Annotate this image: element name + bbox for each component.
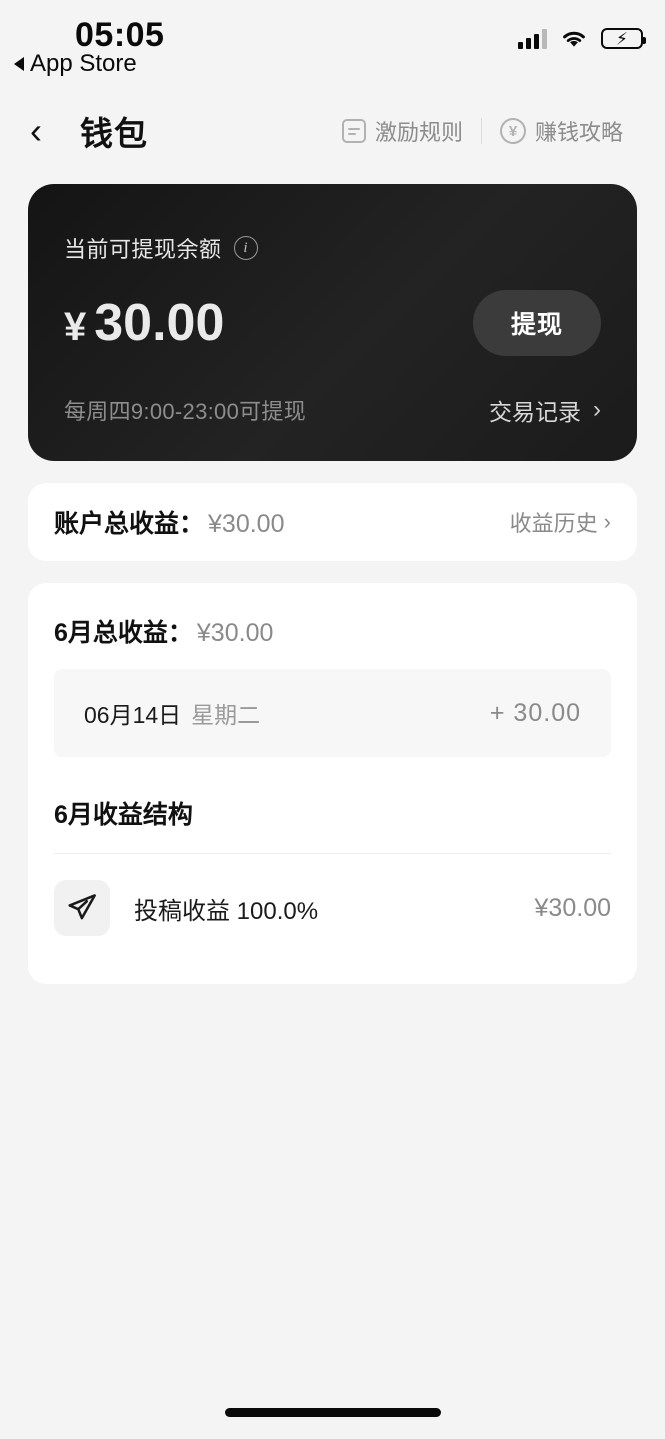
yen-circle-icon: ¥: [499, 118, 526, 144]
balance-label-row: 当前可提现余额 i: [64, 232, 601, 264]
transaction-records-label: 交易记录: [489, 399, 581, 425]
month-earnings-value: ¥30.00: [196, 619, 274, 647]
back-triangle-icon: [14, 57, 24, 71]
info-icon[interactable]: i: [233, 236, 258, 260]
cellular-signal-icon: [518, 28, 547, 49]
status-icons: ⚡: [518, 28, 646, 49]
currency-symbol: ¥: [64, 305, 87, 349]
transaction-amount: + 30.00: [489, 698, 581, 727]
wifi-icon: [563, 31, 585, 47]
withdraw-window-note: 每周四9:00-23:00可提现: [64, 399, 306, 424]
month-earnings-title-row: 6月总收益： ¥30.00: [54, 583, 611, 669]
table-row[interactable]: 06月14日 星期二 + 30.00: [54, 669, 611, 757]
earn-guide-button[interactable]: ¥ 赚钱攻略: [482, 115, 641, 147]
return-to-app-store-button[interactable]: App Store: [14, 50, 137, 78]
home-indicator[interactable]: [224, 1408, 441, 1417]
status-bar: 05:05 App Store ⚡: [0, 0, 665, 92]
total-earnings-row: 账户总收益： ¥30.00 收益历史 ›: [54, 483, 611, 561]
balance-card: 当前可提现余额 i ¥ 30.00 提现 每周四9:00-23:00可提现 交易…: [28, 184, 637, 461]
transaction-date-group: 06月14日 星期二: [84, 696, 260, 730]
total-earnings-left: 账户总收益： ¥30.00: [54, 504, 284, 540]
incentive-rules-button[interactable]: 激励规则: [324, 115, 481, 147]
nav-bar: ‹ 钱包 激励规则 ¥ 赚钱攻略: [0, 92, 665, 170]
month-earnings-label: 6月总收益：: [54, 619, 193, 647]
incentive-rules-label: 激励规则: [374, 120, 463, 145]
withdraw-button[interactable]: 提现: [472, 290, 601, 356]
month-structure-title: 6月收益结构: [54, 801, 193, 829]
balance-amount: ¥ 30.00: [64, 293, 224, 353]
paper-plane-icon: [54, 880, 110, 936]
transaction-date: 06月14日: [84, 702, 182, 728]
balance-value: 30.00: [94, 294, 225, 352]
back-button[interactable]: ‹: [30, 113, 64, 149]
page-title: 钱包: [80, 115, 148, 152]
wallet-screen: 05:05 App Store ⚡ ‹ 钱包 激励规则 ¥ 赚钱攻略 当前可提现…: [0, 0, 665, 1439]
balance-amount-row: ¥ 30.00 提现: [64, 290, 601, 356]
document-rules-icon: [341, 119, 366, 143]
total-earnings-card: 账户总收益： ¥30.00 收益历史 ›: [28, 483, 637, 561]
balance-footer: 每周四9:00-23:00可提现 交易记录 ›: [64, 393, 601, 427]
nav-actions: 激励规则 ¥ 赚钱攻略: [324, 115, 641, 147]
structure-item-name: 投稿收益 100.0%: [134, 897, 319, 925]
list-item[interactable]: 投稿收益 100.0% ¥30.00: [54, 854, 611, 958]
transaction-records-link[interactable]: 交易记录 ›: [489, 393, 601, 427]
transaction-weekday: 星期二: [191, 702, 261, 728]
chevron-right-icon: ›: [603, 509, 611, 534]
structure-item-value: ¥30.00: [534, 893, 611, 922]
earn-guide-label: 赚钱攻略: [534, 120, 623, 145]
return-app-label: App Store: [30, 50, 137, 77]
battery-charging-icon: ⚡: [601, 28, 646, 49]
earnings-history-label: 收益历史: [509, 511, 598, 536]
total-earnings-label: 账户总收益：: [54, 510, 205, 538]
chevron-right-icon: ›: [593, 396, 601, 423]
balance-label: 当前可提现余额: [64, 237, 222, 262]
month-earnings-card: 6月总收益： ¥30.00 06月14日 星期二 + 30.00 6月收益结构 …: [28, 583, 637, 984]
total-earnings-value: ¥30.00: [208, 510, 285, 538]
earnings-history-link[interactable]: 收益历史 ›: [510, 506, 611, 538]
